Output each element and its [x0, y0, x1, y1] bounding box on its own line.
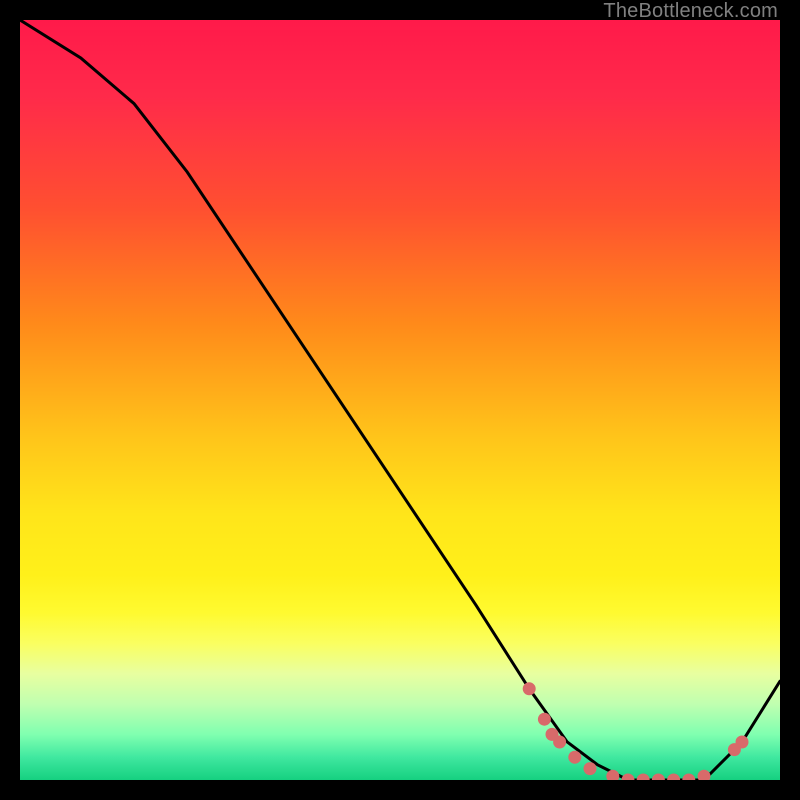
chart-svg — [20, 20, 780, 780]
watermark-text: TheBottleneck.com — [603, 0, 778, 23]
curve-line — [20, 20, 780, 780]
data-marker — [637, 774, 650, 781]
data-markers — [523, 682, 749, 780]
data-marker — [568, 751, 581, 764]
plot-area — [20, 20, 780, 780]
data-marker — [682, 774, 695, 781]
data-marker — [652, 774, 665, 781]
data-marker — [667, 774, 680, 781]
data-marker — [622, 774, 635, 781]
data-marker — [523, 682, 536, 695]
data-marker — [698, 770, 711, 780]
data-marker — [553, 736, 566, 749]
data-marker — [584, 762, 597, 775]
data-marker — [736, 736, 749, 749]
chart-frame: TheBottleneck.com — [0, 0, 800, 800]
data-marker — [538, 713, 551, 726]
